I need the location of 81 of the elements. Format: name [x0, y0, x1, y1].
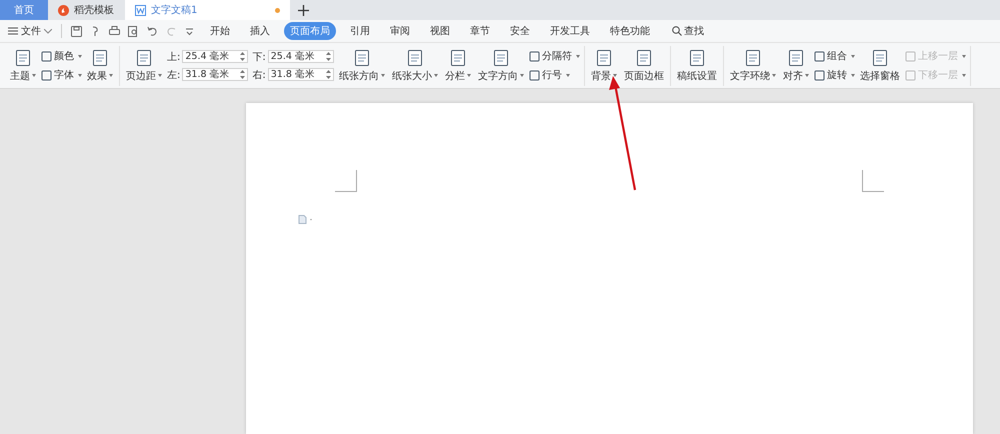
- margin-corner-mark: [862, 170, 884, 192]
- margin-corner-mark: [335, 170, 357, 192]
- margin-spinbox[interactable]: 25.4 毫米: [182, 50, 248, 63]
- ribbon-tab[interactable]: 引用: [344, 22, 376, 40]
- square-icon: [904, 50, 916, 62]
- page-icon: [688, 48, 705, 66]
- page-icon: [406, 48, 423, 66]
- page-icon: [15, 48, 31, 66]
- spin-arrows-icon: [240, 70, 246, 79]
- search-button[interactable]: 查找: [666, 23, 710, 39]
- menu-icon: [8, 27, 18, 35]
- square-icon: [814, 70, 825, 80]
- tab-label: 文字文稿1: [151, 4, 198, 17]
- page-icon: [872, 48, 888, 66]
- ribbon-button[interactable]: 对齐: [780, 48, 811, 82]
- ribbon-button[interactable]: 颜色: [41, 49, 82, 63]
- ribbon-tab[interactable]: 插入: [244, 22, 276, 40]
- ribbon-tab[interactable]: 章节: [464, 22, 496, 40]
- ribbon-button[interactable]: 主题: [8, 48, 38, 82]
- ribbon-button[interactable]: 稿纸设置: [674, 48, 719, 82]
- ribbon-button[interactable]: 文字环绕: [728, 48, 778, 82]
- file-menu-button[interactable]: 文件: [8, 24, 52, 38]
- print-icon[interactable]: [109, 26, 120, 36]
- page-icon: [788, 48, 804, 66]
- page-icon: [596, 48, 612, 66]
- document-tab[interactable]: 文字文稿1: [125, 0, 290, 20]
- ribbon-button[interactable]: 字体: [41, 68, 82, 82]
- ribbon-tab[interactable]: 开发工具: [544, 22, 596, 40]
- margin-spinbox[interactable]: 25.4 毫米: [268, 50, 334, 63]
- page-icon: [354, 48, 370, 66]
- margin-label: 下:: [252, 50, 266, 64]
- tab-label: 首页: [14, 4, 34, 17]
- square-icon: [904, 70, 916, 80]
- spin-arrows-icon: [326, 70, 331, 79]
- ribbon-button[interactable]: 页边距: [124, 48, 164, 82]
- ribbon-button[interactable]: 选择窗格: [858, 48, 902, 82]
- page-icon: [450, 48, 466, 66]
- document-logo-icon: [135, 4, 146, 16]
- square-icon: [814, 50, 825, 62]
- square-icon: [528, 50, 540, 62]
- page-icon: [92, 48, 108, 66]
- ribbon-button[interactable]: 纸张方向: [336, 48, 387, 82]
- ribbon-button[interactable]: 组合: [814, 49, 855, 63]
- ribbon-button[interactable]: 旋转: [814, 68, 855, 82]
- new-tab-icon[interactable]: [298, 4, 309, 16]
- margin-spinbox[interactable]: 31.8 毫米: [182, 68, 248, 81]
- ribbon-button[interactable]: 页面边框: [622, 48, 666, 82]
- margin-label: 右:: [252, 68, 266, 82]
- ribbon-button[interactable]: 分栏: [442, 48, 473, 82]
- page-icon: [744, 48, 761, 66]
- save-icon[interactable]: [71, 26, 82, 36]
- margin-label: 上:: [167, 50, 180, 64]
- page-icon: [636, 48, 652, 66]
- ribbon-button[interactable]: 效果: [85, 48, 115, 82]
- page-icon: [136, 48, 152, 66]
- ribbon-tab[interactable]: 特色功能: [604, 22, 656, 40]
- document-tab[interactable]: 稻壳模板: [48, 0, 125, 20]
- square-icon: [528, 70, 540, 80]
- ribbon-tab[interactable]: 安全: [504, 22, 536, 40]
- ribbon-button[interactable]: 行号: [528, 68, 580, 82]
- ribbon-tab[interactable]: 审阅: [384, 22, 416, 40]
- ribbon-button[interactable]: 背景: [588, 48, 619, 82]
- ribbon-tab[interactable]: 开始: [204, 22, 236, 40]
- square-icon: [41, 70, 52, 80]
- customize-icon[interactable]: [185, 26, 194, 36]
- ribbon-button[interactable]: 文字方向: [476, 48, 526, 82]
- search-icon: [672, 26, 682, 36]
- ribbon-button[interactable]: 纸张大小: [390, 48, 440, 82]
- spin-arrows-icon: [240, 52, 246, 61]
- page-icon: [492, 48, 509, 66]
- margin-spinbox[interactable]: 31.8 毫米: [268, 68, 334, 81]
- flame-logo-icon: [58, 4, 69, 16]
- ribbon-tab[interactable]: 视图: [424, 22, 456, 40]
- square-icon: [41, 50, 52, 62]
- ribbon-button[interactable]: 分隔符: [528, 49, 580, 63]
- tab-label: 稻壳模板: [74, 4, 115, 17]
- chevron-icon: [44, 28, 52, 34]
- margin-label: 左:: [167, 68, 180, 82]
- spin-arrows-icon: [326, 52, 331, 61]
- preview-icon[interactable]: [128, 26, 139, 36]
- undo-icon[interactable]: [147, 26, 158, 36]
